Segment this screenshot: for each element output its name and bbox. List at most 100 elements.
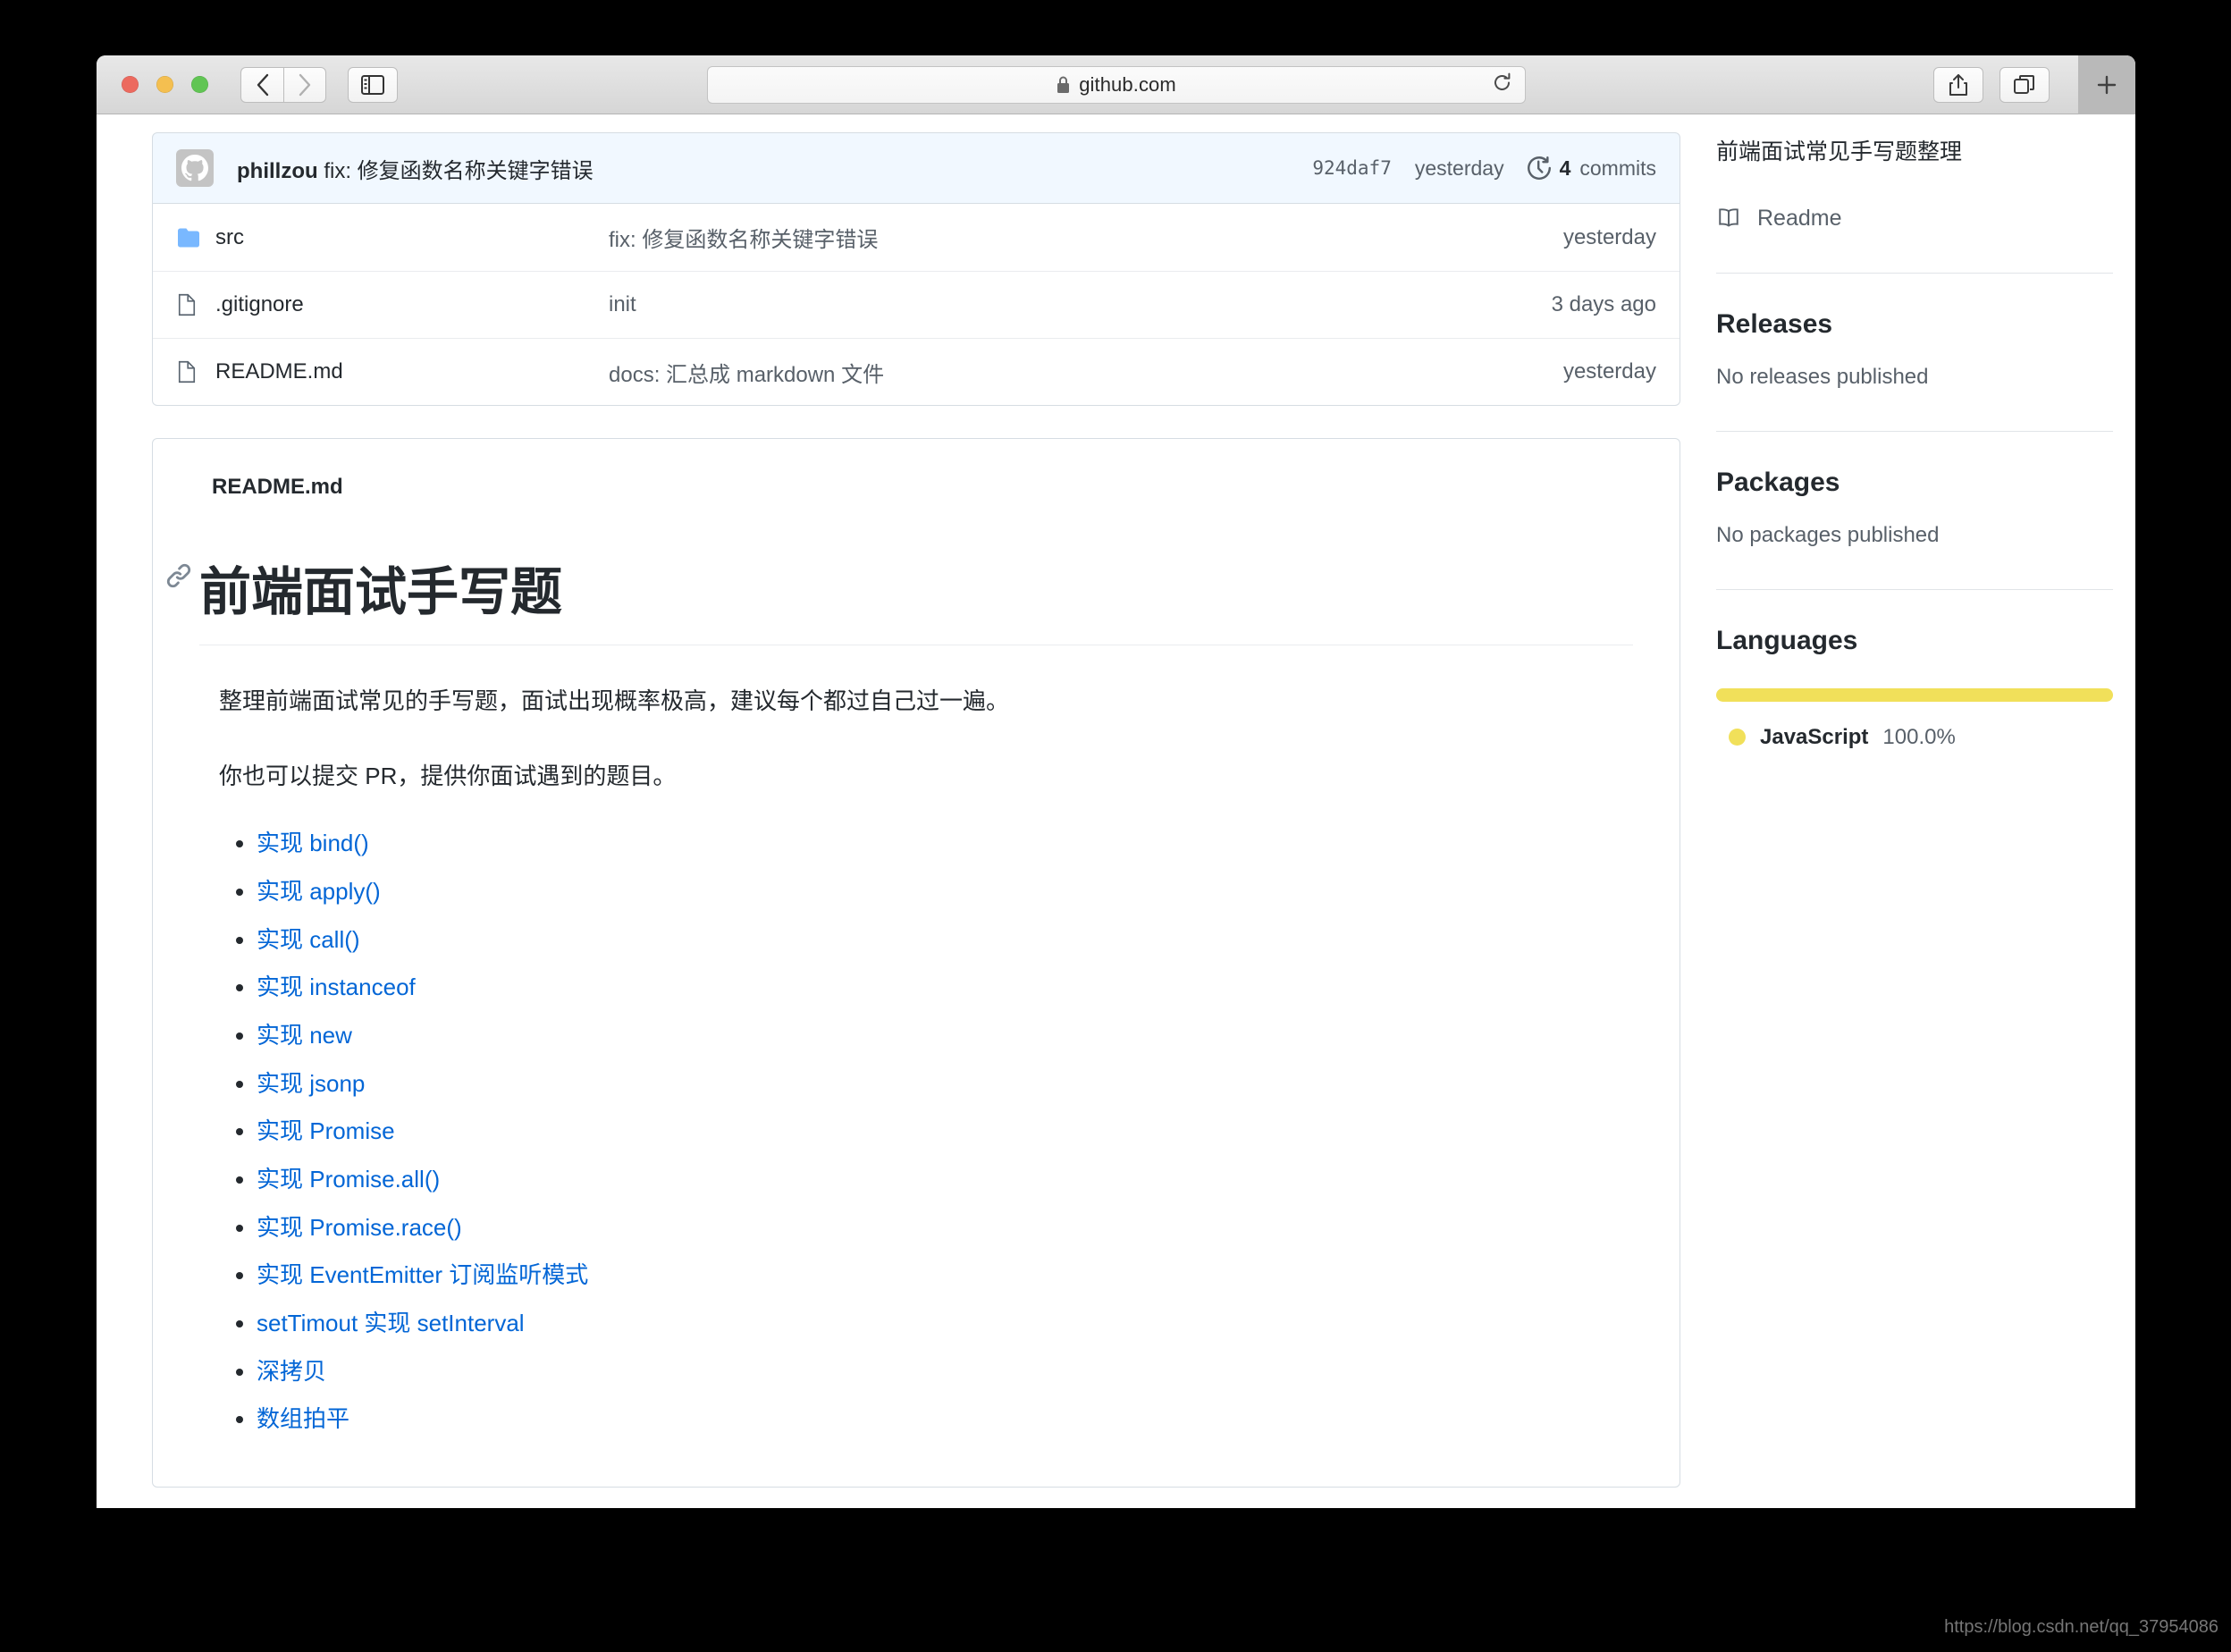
address-bar[interactable]: github.com [706, 65, 1526, 104]
releases-note: No releases published [1716, 364, 1929, 389]
divider [1716, 430, 2113, 432]
list-item: 实现 call() [257, 923, 1633, 957]
minimize-window-button[interactable] [156, 76, 173, 93]
readme-paragraph: 整理前端面试常见的手写题，面试出现概率极高，建议每个都过自己过一遍。 [219, 687, 1010, 714]
file-list: src fix: 修复函数名称关键字错误 yesterday .gitignor… [152, 204, 1680, 406]
readme-link[interactable]: 实现 instanceof [257, 974, 416, 1000]
file-name[interactable]: .gitignore [215, 292, 609, 317]
file-commit-message[interactable]: docs: 汇总成 markdown 文件 [609, 357, 1563, 388]
lock-icon [1057, 76, 1070, 93]
share-icon [1949, 73, 1967, 96]
list-item: 实现 bind() [257, 827, 1633, 861]
list-item: 实现 instanceof [257, 971, 1633, 1005]
address-bar-container: github.com [706, 65, 1526, 104]
languages-heading: Languages [1716, 625, 1858, 655]
readme-link[interactable]: 实现 new [257, 1022, 352, 1049]
readme-link[interactable]: setTimout 实现 setInterval [257, 1310, 525, 1336]
history-icon [1527, 156, 1551, 180]
packages-note: No packages published [1716, 522, 1940, 547]
tab-overview-icon [2014, 74, 2034, 94]
list-item: 实现 jsonp [257, 1067, 1633, 1101]
readme-title-text: 前端面试手写题 [199, 563, 563, 621]
list-item: 实现 new [257, 1019, 1633, 1053]
file-commit-message[interactable]: fix: 修复函数名称关键字错误 [609, 222, 1563, 253]
readme-panel: README.md 前端面试手写题 整理前端面试常见的手写题，面试出现概率极高，… [152, 438, 1680, 1488]
list-item: 实现 Promise.all() [257, 1163, 1633, 1197]
readme-link[interactable]: 实现 Promise.all() [257, 1166, 440, 1193]
readme-link[interactable]: 数组拍平 [257, 1405, 349, 1432]
packages-heading[interactable]: Packages [1716, 468, 2135, 498]
readme-link[interactable]: 实现 apply() [257, 878, 381, 905]
maximize-window-button[interactable] [191, 76, 208, 93]
reload-icon [1494, 72, 1510, 90]
chevron-left-icon [257, 73, 268, 96]
page-body: phillzou fix: 修复函数名称关键字错误 924daf7 yester… [97, 114, 2135, 1508]
window-controls [122, 76, 208, 93]
book-icon [1719, 208, 1738, 227]
tab-overview-button[interactable] [1999, 66, 2050, 103]
close-window-button[interactable] [122, 76, 139, 93]
language-item[interactable]: JavaScript 100.0% [1729, 725, 2135, 750]
browser-window: github.com phillzou fix: 修复函数名称关键字错误 924… [97, 55, 2135, 1508]
repo-sidebar: 前端面试常见手写题整理 Readme Releases No releases … [1716, 114, 2135, 750]
share-button[interactable] [1933, 66, 1983, 103]
language-bar [1716, 687, 2113, 702]
list-item: 数组拍平 [257, 1403, 1633, 1437]
avatar [176, 149, 214, 187]
sidebar-readme-label: Readme [1757, 205, 1842, 231]
url-display: github.com [1056, 73, 1176, 97]
file-name[interactable]: README.md [215, 359, 609, 384]
commit-sha[interactable]: 924daf7 [1312, 157, 1392, 179]
reload-button[interactable] [1492, 72, 1512, 97]
commits-count-link[interactable]: 4 commits [1527, 156, 1656, 181]
back-button[interactable] [240, 66, 283, 103]
readme-link-list: 实现 bind() 实现 apply() 实现 call() 实现 instan… [219, 827, 1633, 1437]
chevron-right-icon [299, 73, 311, 96]
list-item: setTimout 实现 setInterval [257, 1307, 1633, 1341]
forward-button[interactable] [283, 66, 326, 103]
language-percent: 100.0% [1882, 724, 1956, 749]
readme-link[interactable]: 实现 Promise.race() [257, 1214, 462, 1241]
file-name[interactable]: src [215, 225, 609, 250]
file-icon [176, 292, 215, 317]
commits-count-number: 4 [1559, 156, 1571, 180]
list-item: 实现 apply() [257, 875, 1633, 909]
file-age: 3 days ago [1551, 292, 1656, 316]
table-row[interactable]: README.md docs: 汇总成 markdown 文件 yesterda… [153, 338, 1680, 405]
commit-author[interactable]: phillzou [237, 159, 318, 183]
plus-icon [2097, 75, 2117, 95]
commit-message-text[interactable]: fix: 修复函数名称关键字错误 [324, 159, 593, 183]
readme-link[interactable]: 实现 Promise [257, 1117, 395, 1144]
sidebar-toggle-button[interactable] [348, 66, 398, 103]
language-color-dot [1729, 729, 1746, 746]
file-commit-message[interactable]: init [609, 292, 1552, 317]
latest-commit-bar: phillzou fix: 修复函数名称关键字错误 924daf7 yester… [152, 132, 1680, 204]
list-item: 实现 EventEmitter 订阅监听模式 [257, 1259, 1633, 1293]
navigation-buttons [240, 66, 326, 103]
sidebar-item-readme[interactable]: Readme [1716, 206, 2135, 232]
language-name: JavaScript [1760, 724, 1869, 749]
commit-meta: 924daf7 yesterday 4 commits [1312, 156, 1656, 181]
table-row[interactable]: src fix: 修复函数名称关键字错误 yesterday [153, 204, 1680, 271]
readme-paragraph: 你也可以提交 PR，提供你面试遇到的题目。 [219, 762, 677, 789]
repo-description: 前端面试常见手写题整理 [1716, 139, 1963, 164]
link-icon[interactable] [165, 562, 192, 596]
readme-link[interactable]: 实现 EventEmitter 订阅监听模式 [257, 1261, 588, 1288]
page-title: 前端面试手写题 [166, 550, 1633, 645]
list-item: 实现 Promise [257, 1115, 1633, 1149]
releases-heading[interactable]: Releases [1716, 309, 2135, 340]
table-row[interactable]: .gitignore init 3 days ago [153, 271, 1680, 338]
readme-link[interactable]: 实现 jsonp [257, 1070, 365, 1097]
list-item: 实现 Promise.race() [257, 1211, 1633, 1245]
readme-link[interactable]: 实现 call() [257, 926, 360, 953]
file-age: yesterday [1562, 359, 1656, 384]
readme-link[interactable]: 实现 bind() [257, 830, 369, 856]
commit-message: phillzou fix: 修复函数名称关键字错误 [237, 153, 594, 184]
readme-link[interactable]: 深拷贝 [257, 1358, 326, 1385]
sidebar-toggle-icon [361, 74, 384, 95]
toolbar-right-buttons [1933, 66, 2050, 103]
browser-toolbar: github.com [97, 55, 2135, 114]
new-tab-button[interactable] [2078, 55, 2135, 114]
folder-icon [176, 227, 215, 249]
divider [1716, 588, 2113, 590]
